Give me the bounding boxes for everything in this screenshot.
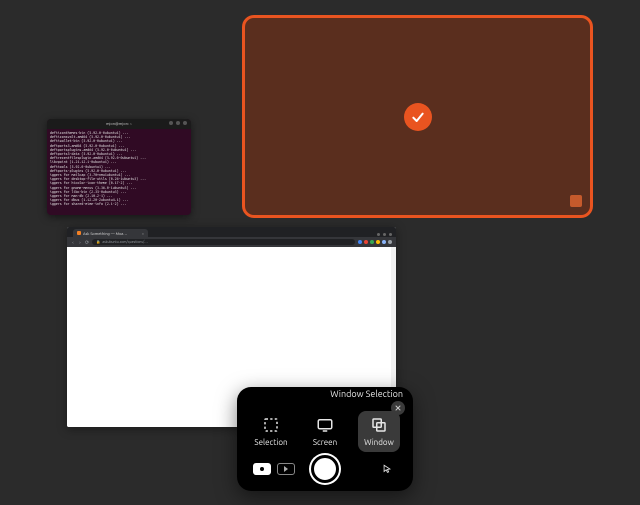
extension-icon[interactable]	[364, 240, 368, 244]
terminal-line: iggers for shared-mime-info (2.1-2) ...	[50, 202, 188, 206]
capture-type-toggle[interactable]	[253, 463, 295, 475]
video-record-icon[interactable]	[277, 463, 295, 475]
browser-extensions	[358, 240, 392, 244]
browser-window-controls	[377, 233, 396, 237]
back-icon[interactable]: ‹	[71, 240, 75, 244]
extension-icon[interactable]	[370, 240, 374, 244]
terminal-titlebar[interactable]: mjon@mjon: ~	[47, 119, 191, 129]
browser-toolbar: ‹ › ⟳ 🔒 askubuntu.com/questions/…	[67, 237, 396, 247]
browser-tabstrip[interactable]: Ask Something — Moz… ×	[67, 227, 396, 237]
close-icon[interactable]	[389, 233, 392, 236]
tab-close-icon[interactable]: ×	[142, 231, 144, 236]
tab-title: Ask Something — Moz…	[83, 231, 127, 236]
mode-label: Selection	[254, 438, 287, 447]
minimize-icon[interactable]	[377, 233, 380, 236]
mode-label: Screen	[313, 438, 337, 447]
close-icon[interactable]	[183, 121, 187, 125]
selected-window-highlight[interactable]	[242, 15, 593, 218]
mode-screen[interactable]: Screen	[304, 411, 346, 452]
maximize-icon[interactable]	[176, 121, 180, 125]
screenshot-mode-title: Window Selection	[330, 389, 403, 399]
terminal-title: mjon@mjon: ~	[106, 122, 132, 126]
mode-label: Window	[364, 438, 394, 447]
extension-icon[interactable]	[376, 240, 380, 244]
menu-icon[interactable]	[388, 240, 392, 244]
still-photo-icon[interactable]	[253, 463, 271, 475]
url-text: askubuntu.com/questions/…	[102, 240, 147, 244]
terminal-window[interactable]: mjon@mjon: ~ defticonthemes-bin (5.92.0-…	[47, 119, 191, 215]
address-bar[interactable]: 🔒 askubuntu.com/questions/…	[92, 239, 355, 245]
extension-icon[interactable]	[382, 240, 386, 244]
include-pointer-toggle[interactable]	[381, 463, 393, 475]
browser-tab[interactable]: Ask Something — Moz… ×	[73, 229, 148, 237]
shutter-button[interactable]	[311, 455, 339, 483]
browser-nav: ‹ › ⟳	[71, 240, 89, 244]
tab-favicon	[77, 231, 81, 235]
extension-icon[interactable]	[358, 240, 362, 244]
maximize-icon[interactable]	[383, 233, 386, 236]
files-app-icon	[570, 195, 582, 207]
forward-icon[interactable]: ›	[78, 240, 82, 244]
mode-selection[interactable]: Selection	[250, 411, 292, 452]
terminal-output: defticonthemes-bin (5.92.0-0ubuntu1) ...…	[47, 129, 191, 209]
terminal-window-controls	[169, 121, 187, 125]
screenshot-bottom-bar	[237, 455, 413, 483]
mode-window[interactable]: Window	[358, 411, 400, 452]
selection-check-icon	[404, 103, 432, 131]
reload-icon[interactable]: ⟳	[85, 240, 89, 244]
minimize-icon[interactable]	[169, 121, 173, 125]
screenshot-modes: Selection Screen Window	[237, 411, 413, 452]
lock-icon: 🔒	[96, 240, 100, 244]
screenshot-tool: Window Selection Selection Screen Window	[237, 387, 413, 491]
